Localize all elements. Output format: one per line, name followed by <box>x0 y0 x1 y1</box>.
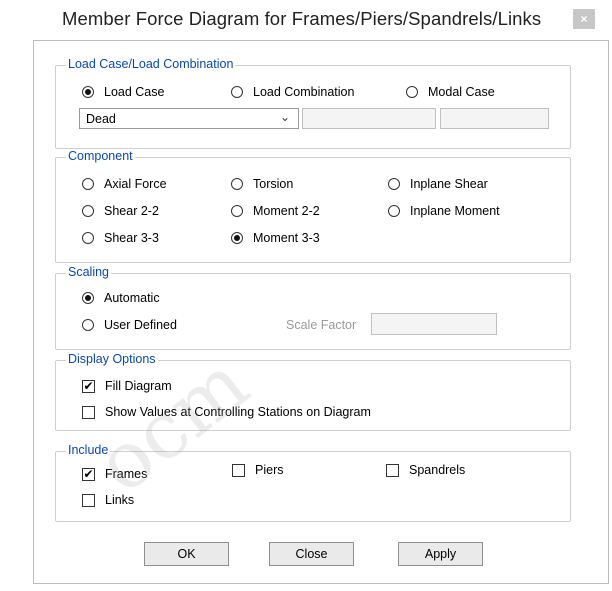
load-combination-radio-label: Load Combination <box>253 85 355 99</box>
modal-case-radio[interactable]: Modal Case <box>406 84 495 100</box>
frames-checkbox[interactable]: ✔ Frames <box>82 466 147 482</box>
axial-force-radio-indicator <box>82 178 94 190</box>
inplane-moment-radio-indicator <box>388 205 400 217</box>
include-group: Include ✔ Frames Piers Spandrels Links <box>55 443 571 522</box>
user-defined-radio-indicator <box>82 319 94 331</box>
shear-3-3-radio-indicator <box>82 232 94 244</box>
shear-2-2-radio-indicator <box>82 205 94 217</box>
spandrels-label: Spandrels <box>409 463 466 477</box>
scale-factor-input[interactable] <box>371 313 497 335</box>
show-values-checkbox[interactable]: Show Values at Controlling Stations on D… <box>82 404 371 420</box>
spandrels-check-box <box>386 463 399 477</box>
axial-force-radio-label: Axial Force <box>104 177 167 191</box>
user-defined-radio-label: User Defined <box>104 318 177 332</box>
links-label: Links <box>105 493 135 507</box>
fill-diagram-checkbox[interactable]: ✔ Fill Diagram <box>82 378 172 394</box>
load-case-dropdown[interactable]: Dead ⌄ <box>79 108 299 129</box>
fill-diagram-label: Fill Diagram <box>105 379 172 393</box>
apply-button[interactable]: Apply <box>398 542 483 566</box>
load-combination-radio[interactable]: Load Combination <box>231 84 354 100</box>
automatic-radio-indicator <box>82 292 94 304</box>
automatic-radio-label: Automatic <box>104 291 160 305</box>
display-options-group: Display Options ✔ Fill Diagram Show Valu… <box>55 352 571 431</box>
shear-3-3-radio-label: Shear 3-3 <box>104 231 159 245</box>
torsion-radio-label: Torsion <box>253 177 294 191</box>
moment-3-3-radio[interactable]: Moment 3-3 <box>231 230 320 246</box>
load-case-info-field-2 <box>440 108 549 129</box>
scale-factor-label: Scale Factor <box>286 318 357 332</box>
load-case-dropdown-value: Dead <box>86 112 116 126</box>
include-group-legend: Include <box>66 443 111 457</box>
fill-diagram-check-box: ✔ <box>82 378 95 393</box>
shear-2-2-radio-label: Shear 2-2 <box>104 204 159 218</box>
moment-2-2-radio[interactable]: Moment 2-2 <box>231 203 320 219</box>
load-combination-radio-indicator <box>231 86 243 98</box>
links-checkbox[interactable]: Links <box>82 492 134 508</box>
display-options-group-legend: Display Options <box>66 352 158 366</box>
modal-case-radio-indicator <box>406 86 418 98</box>
piers-label: Piers <box>255 463 284 477</box>
window-title: Member Force Diagram for Frames/Piers/Sp… <box>62 8 542 29</box>
shear-3-3-radio[interactable]: Shear 3-3 <box>82 230 159 246</box>
title-bar: Member Force Diagram for Frames/Piers/Sp… <box>0 0 612 40</box>
ok-button[interactable]: OK <box>144 542 229 566</box>
automatic-radio[interactable]: Automatic <box>82 290 160 306</box>
dialog-body: Load Case/Load Combination Load Case Loa… <box>33 40 609 584</box>
piers-check-box <box>232 463 245 477</box>
close-button[interactable]: Close <box>269 542 354 566</box>
axial-force-radio[interactable]: Axial Force <box>82 176 167 192</box>
component-group: Component Axial Force Torsion Inplane Sh… <box>55 149 571 263</box>
window-close-button[interactable]: × <box>573 9 595 29</box>
moment-3-3-radio-indicator <box>231 232 243 244</box>
torsion-radio-indicator <box>231 178 243 190</box>
moment-2-2-radio-label: Moment 2-2 <box>253 204 320 218</box>
torsion-radio[interactable]: Torsion <box>231 176 293 192</box>
load-case-group: Load Case/Load Combination Load Case Loa… <box>55 57 571 149</box>
piers-checkbox[interactable]: Piers <box>232 462 283 478</box>
moment-3-3-radio-label: Moment 3-3 <box>253 231 320 245</box>
scaling-group: Scaling Automatic User Defined Scale Fac… <box>55 265 571 350</box>
load-case-radio-label: Load Case <box>104 85 165 99</box>
moment-2-2-radio-indicator <box>231 205 243 217</box>
shear-2-2-radio[interactable]: Shear 2-2 <box>82 203 159 219</box>
frames-label: Frames <box>105 467 148 481</box>
links-check-box <box>82 493 95 507</box>
chevron-down-icon: ⌄ <box>279 110 290 124</box>
inplane-shear-radio-indicator <box>388 178 400 190</box>
inplane-moment-radio[interactable]: Inplane Moment <box>388 203 500 219</box>
spandrels-checkbox[interactable]: Spandrels <box>386 462 465 478</box>
inplane-shear-radio[interactable]: Inplane Shear <box>388 176 488 192</box>
inplane-shear-radio-label: Inplane Shear <box>410 177 488 191</box>
modal-case-radio-label: Modal Case <box>428 85 495 99</box>
load-case-radio-indicator <box>82 86 94 98</box>
user-defined-radio[interactable]: User Defined <box>82 317 177 333</box>
scaling-group-legend: Scaling <box>66 265 111 279</box>
show-values-check-box <box>82 405 95 419</box>
load-case-group-legend: Load Case/Load Combination <box>66 57 236 71</box>
load-case-radio[interactable]: Load Case <box>82 84 164 100</box>
show-values-label: Show Values at Controlling Stations on D… <box>105 405 371 419</box>
component-group-legend: Component <box>66 149 135 163</box>
frames-check-box: ✔ <box>82 466 95 481</box>
load-case-info-field-1 <box>302 108 436 129</box>
inplane-moment-radio-label: Inplane Moment <box>410 204 500 218</box>
